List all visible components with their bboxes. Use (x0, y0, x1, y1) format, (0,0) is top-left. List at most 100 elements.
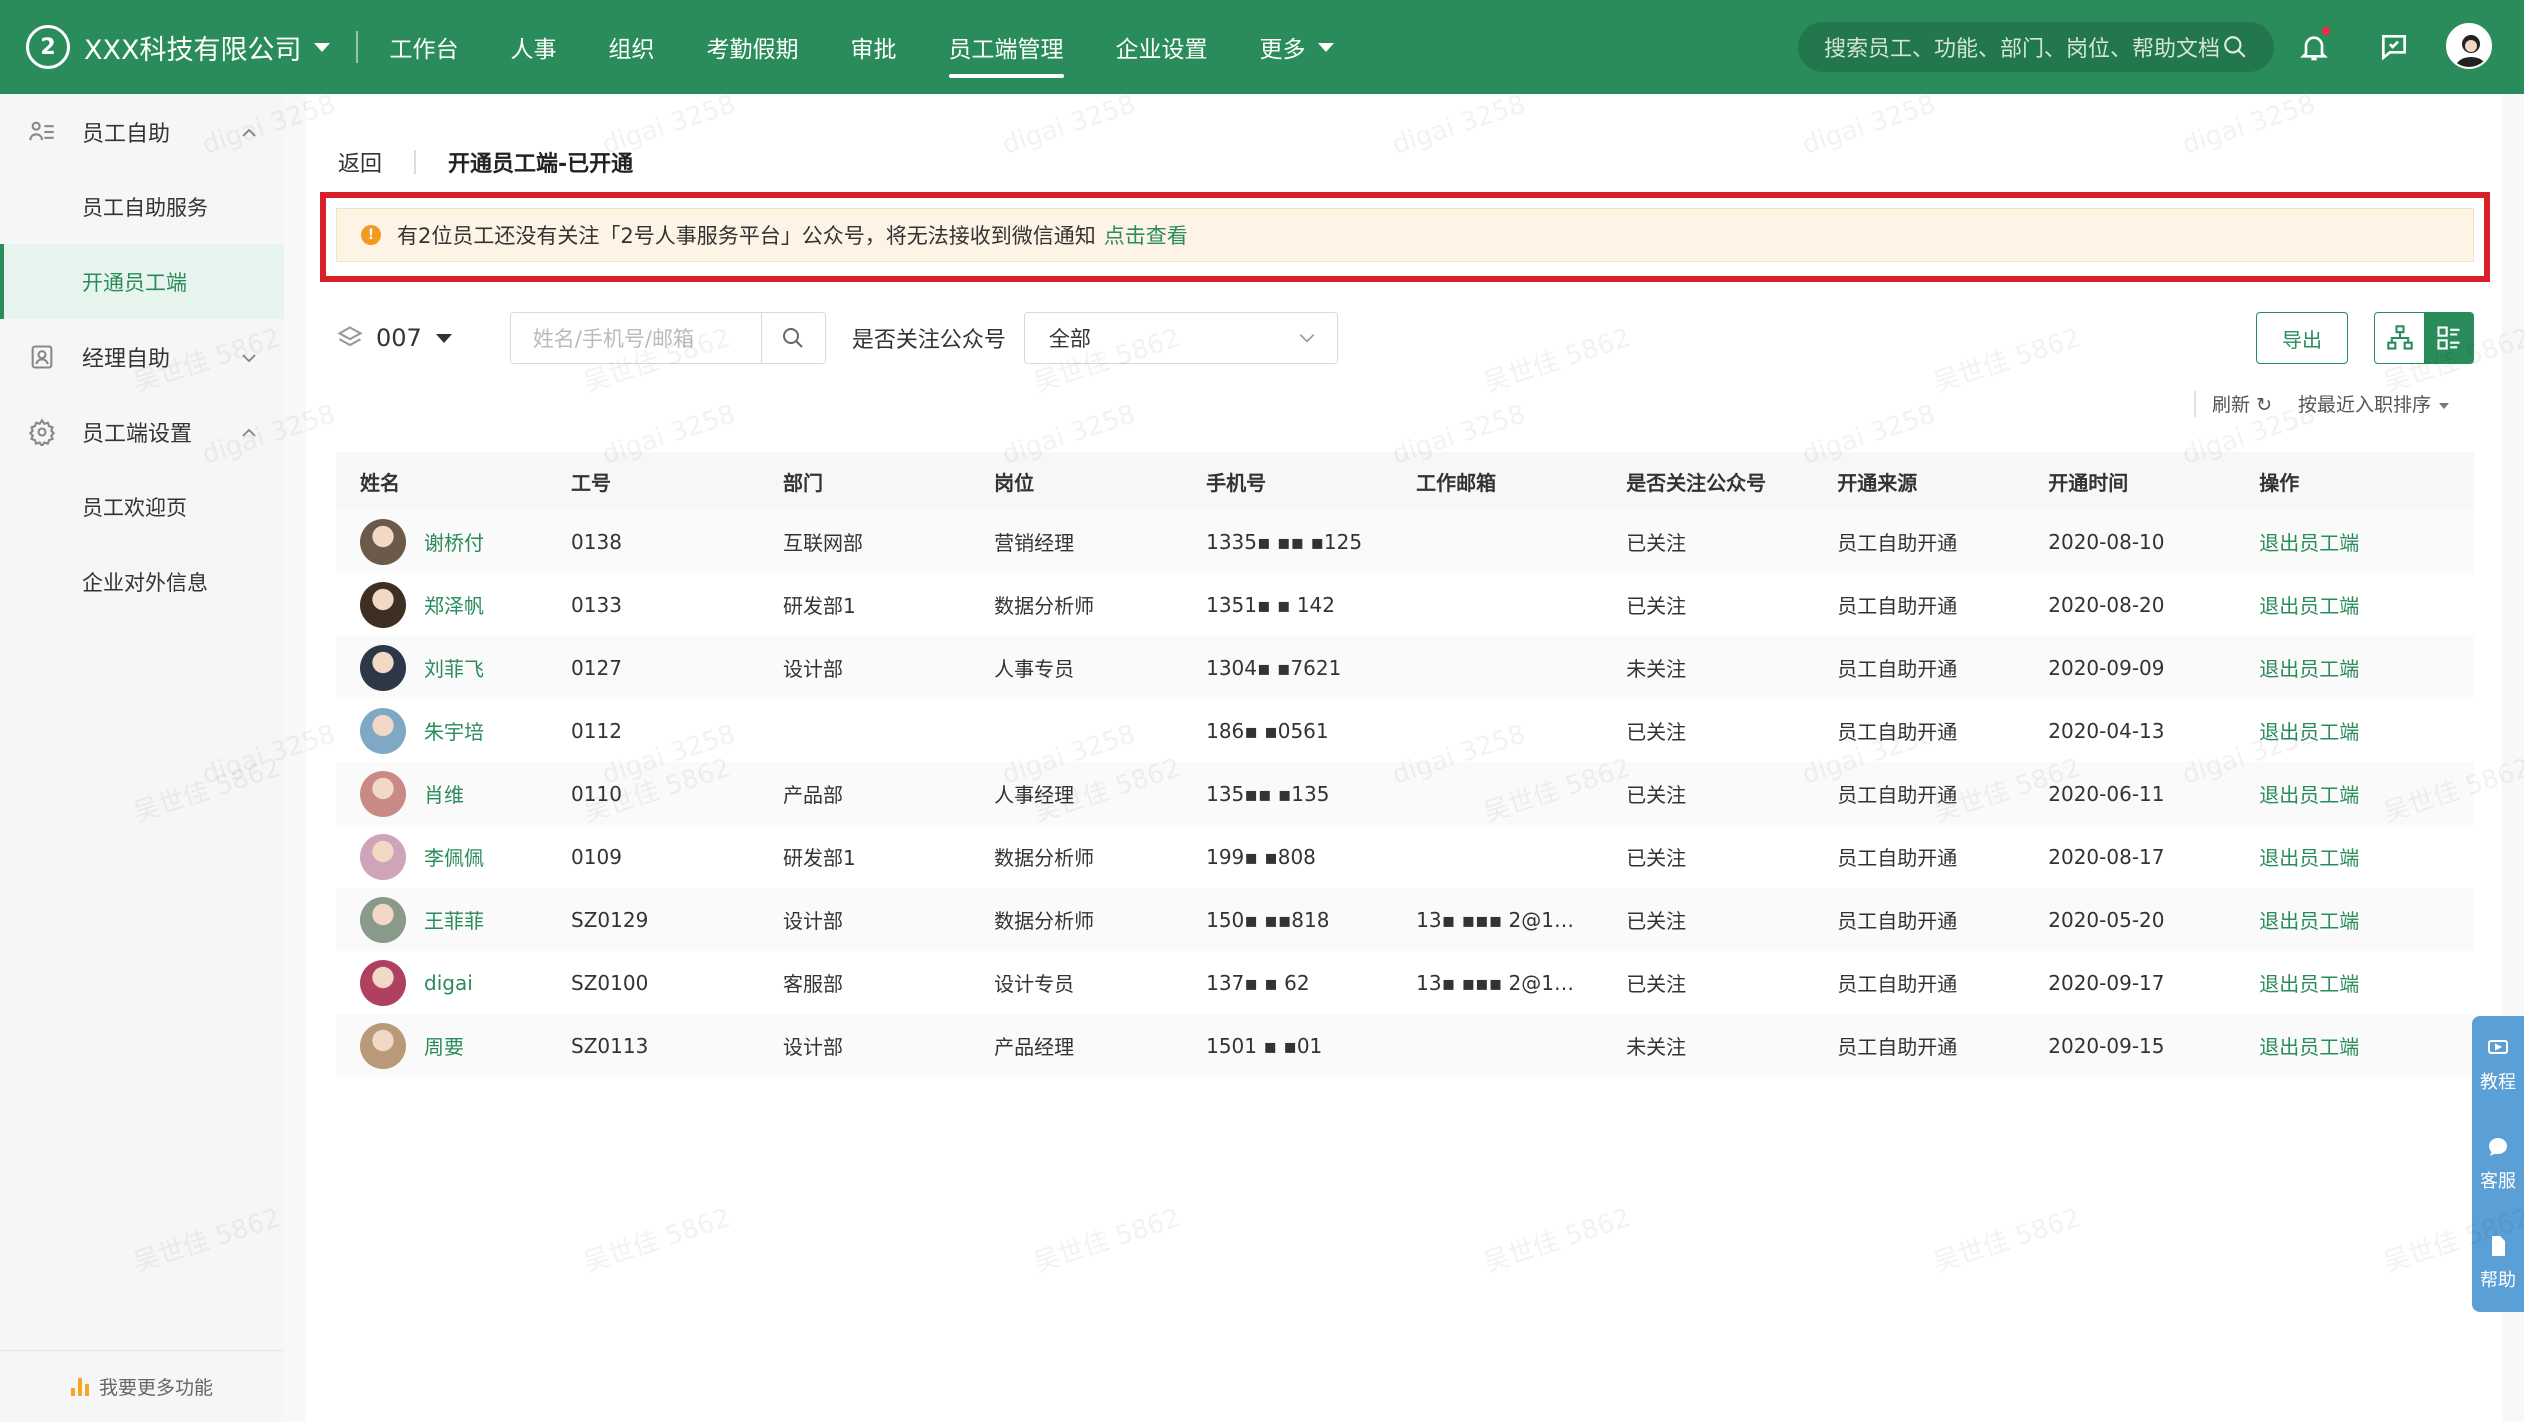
nav-item[interactable]: 人事 (485, 0, 583, 94)
exit-portal-link[interactable]: 退出员工端 (2235, 527, 2474, 556)
sidebar-item-company-info[interactable]: 企业对外信息 (0, 544, 284, 619)
table-row[interactable]: 周要 SZ0113 设计部 产品经理 1501 ▪ ▪01 未关注 员工自助开通 2020-0… (336, 1014, 2474, 1077)
table-row[interactable]: digai SZ0100 客服部 设计专员 137▪ ▪ 62 13▪ ▪▪▪ 2@1… 已… (336, 951, 2474, 1014)
avatar (360, 959, 406, 1006)
nav-item-label: 人事 (510, 37, 557, 63)
exit-portal-link[interactable]: 退出员工端 (2235, 590, 2474, 619)
table-tools: 刷新 ↻ 按最近入职排序 (2194, 390, 2449, 417)
chevron-down-icon (2439, 402, 2449, 409)
exit-portal-link[interactable]: 退出员工端 (2235, 1031, 2474, 1060)
company-name: XXX科技有限公司 (84, 34, 302, 66)
employee-name-link[interactable]: 王菲菲 (424, 905, 484, 934)
sidebar-group-portal-settings[interactable]: 员工端设置 (0, 394, 284, 469)
column-header: 部门 (783, 470, 824, 495)
cell-follow: 已关注 (1626, 594, 1687, 618)
cell-post: 数据分析师 (994, 909, 1095, 933)
list-icon (2436, 326, 2459, 350)
cell-post: 设计专员 (994, 972, 1075, 996)
exit-portal-link[interactable]: 退出员工端 (2235, 905, 2474, 934)
more-features-label: 我要更多功能 (98, 1377, 213, 1399)
employee-name-link[interactable]: digai (424, 971, 473, 995)
user-avatar[interactable] (2446, 23, 2492, 69)
exit-portal-link[interactable]: 退出员工端 (2235, 842, 2474, 871)
cell-post: 数据分析师 (994, 594, 1095, 618)
table-row[interactable]: 肖维 0110 产品部 人事经理 135▪▪ ▪135 已关注 员工自助开通 2020-06-… (336, 762, 2474, 825)
cell-email: 13▪ ▪▪▪ 2@1… (1416, 970, 1574, 995)
cell-phone: 199▪ ▪808 (1206, 844, 1316, 869)
nav-item-label: 企业设置 (1115, 37, 1208, 63)
avatar (360, 644, 406, 691)
nav-item[interactable]: 考勤假期 (681, 0, 825, 94)
notification-bell-icon[interactable] (2294, 25, 2334, 67)
cell-phone: 186▪ ▪0561 (1206, 718, 1329, 743)
cell-source: 员工自助开通 (1837, 720, 1958, 744)
nav-item[interactable]: 企业设置 (1090, 0, 1234, 94)
table-row[interactable]: 刘菲飞 0127 设计部 人事专员 1304▪ ▪7621 未关注 员工自助开通 2020-0… (336, 636, 2474, 699)
exit-portal-link[interactable]: 退出员工端 (2235, 968, 2474, 997)
cell-dept: 研发部1 (783, 846, 856, 870)
org-chart-icon (2386, 325, 2413, 350)
cell-name: digai (336, 959, 547, 1006)
column-header: 岗位 (994, 470, 1035, 495)
exit-portal-link[interactable]: 退出员工端 (2235, 779, 2474, 808)
department-selector[interactable]: 007 (336, 324, 452, 352)
global-search[interactable]: 搜索员工、功能、部门、岗位、帮助文档 (1798, 22, 2274, 72)
alert-view-link[interactable]: 点击查看 (1104, 220, 1188, 250)
table-row[interactable]: 王菲菲 SZ0129 设计部 数据分析师 150▪ ▪▪818 13▪ ▪▪▪ 2@1… 已… (336, 888, 2474, 951)
chevron-down-icon (1317, 42, 1334, 52)
employee-name-link[interactable]: 朱宇培 (424, 716, 484, 745)
table-row[interactable]: 郑泽帆 0133 研发部1 数据分析师 1351▪ ▪ 142 已关注 员工自助开通 2020… (336, 573, 2474, 636)
tutorial-button[interactable]: 教程 (2472, 1016, 2524, 1115)
export-button[interactable]: 导出 (2256, 312, 2348, 364)
sidebar-item-welcome-page[interactable]: 员工欢迎页 (0, 469, 284, 544)
sidebar-item-open-employee-portal[interactable]: 开通员工端 (0, 244, 284, 319)
sort-label: 按最近入职排序 (2297, 394, 2431, 416)
table-row[interactable]: 李佩佩 0109 研发部1 数据分析师 199▪ ▪808 已关注 员工自助开通 2020-0… (336, 825, 2474, 888)
employee-name-link[interactable]: 周要 (424, 1031, 464, 1060)
nav-item-label: 考勤假期 (706, 37, 799, 63)
nav-item-label: 审批 (850, 37, 897, 63)
bar-chart-icon (70, 1377, 89, 1396)
cell-source: 员工自助开通 (1837, 531, 1958, 555)
chat-bubble-icon (2489, 1138, 2507, 1156)
help-button[interactable]: 帮助 (2472, 1213, 2524, 1312)
nav-item[interactable]: 工作台 (364, 0, 485, 94)
back-link[interactable]: 返回 (338, 146, 382, 178)
employee-name-link[interactable]: 郑泽帆 (424, 590, 484, 619)
sidebar-item-self-service[interactable]: 员工自助服务 (0, 169, 284, 244)
table-row[interactable]: 朱宇培 0112 186▪ ▪0561 已关注 员工自助开通 2020-04-13 退出员工… (336, 699, 2474, 762)
employee-name-link[interactable]: 刘菲飞 (424, 653, 484, 682)
follow-filter-select[interactable]: 全部 (1023, 312, 1338, 364)
search-icon (2224, 36, 2246, 58)
breadcrumb-divider (414, 150, 417, 174)
refresh-icon: ↻ (2256, 394, 2272, 416)
sidebar-group-employee-self-service[interactable]: 员工自助 (0, 94, 284, 169)
list-view-button[interactable] (2424, 313, 2473, 363)
user-list-icon (29, 121, 54, 140)
customer-service-button[interactable]: 客服 (2472, 1115, 2524, 1214)
nav-item[interactable]: 组织 (583, 0, 681, 94)
exit-portal-link[interactable]: 退出员工端 (2235, 716, 2474, 745)
search-input[interactable]: 姓名/手机号/邮箱 (509, 312, 826, 364)
more-features-link[interactable]: 我要更多功能 (0, 1350, 284, 1422)
search-placeholder: 搜索员工、功能、部门、岗位、帮助文档 (1824, 37, 2221, 62)
employee-name-link[interactable]: 谢桥付 (424, 527, 484, 556)
nav-item[interactable]: 审批 (825, 0, 923, 94)
company-logo[interactable]: 2 (26, 25, 70, 69)
employee-name-link[interactable]: 肖维 (424, 779, 464, 808)
employee-name-link[interactable]: 李佩佩 (424, 842, 484, 871)
sort-dropdown[interactable]: 按最近入职排序 (2298, 390, 2449, 417)
table-row[interactable]: 谢桥付 0138 互联网部 营销经理 1335▪ ▪▪ ▪125 已关注 员工自助开通 202… (336, 510, 2474, 573)
refresh-button[interactable]: 刷新 ↻ (2212, 390, 2272, 417)
company-switcher[interactable]: XXX科技有限公司 (84, 28, 330, 67)
search-button[interactable] (760, 313, 825, 363)
view-toggle (2374, 312, 2474, 364)
org-view-button[interactable] (2375, 313, 2424, 363)
message-check-icon[interactable] (2374, 27, 2414, 67)
cell-date: 2020-09-09 (2048, 655, 2165, 680)
nav-item[interactable]: 更多 (1234, 0, 1360, 94)
cell-post: 数据分析师 (994, 846, 1095, 870)
sidebar-group-manager-self-service[interactable]: 经理自助 (0, 319, 284, 394)
exit-portal-link[interactable]: 退出员工端 (2235, 653, 2474, 682)
nav-item[interactable]: 员工端管理 (923, 0, 1090, 94)
